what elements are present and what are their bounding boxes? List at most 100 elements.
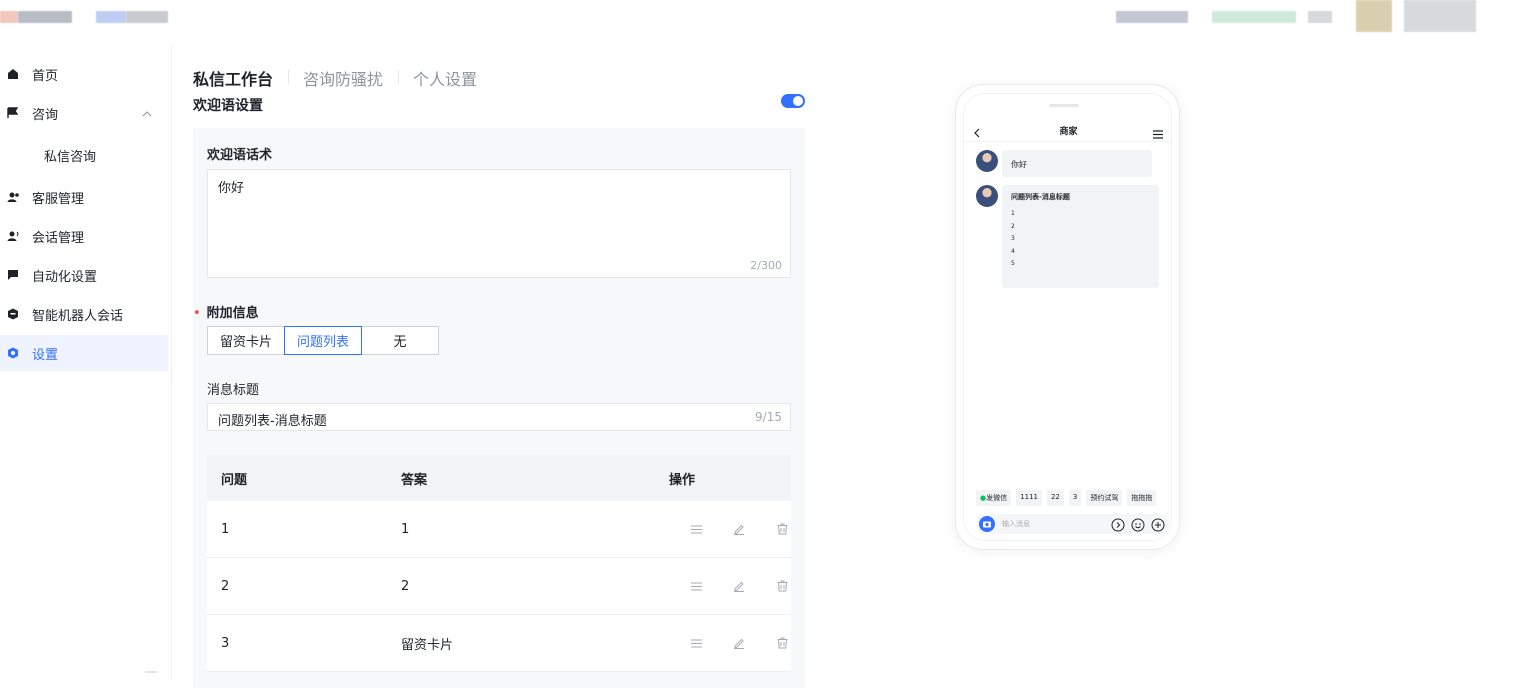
quick-reply-chip[interactable]: 3: [1068, 490, 1082, 506]
list-item[interactable]: 1: [1011, 208, 1150, 221]
avatar-blur: [1356, 0, 1392, 32]
trash-icon[interactable]: [775, 522, 789, 536]
voice-icon[interactable]: [1111, 517, 1125, 536]
cell-question: 2: [221, 578, 230, 594]
tab-private-workbench[interactable]: 私信工作台: [193, 66, 290, 90]
home-icon: [6, 67, 20, 81]
msg-title-input[interactable]: 问题列表-消息标题 9/15: [207, 403, 791, 431]
sidebar-item-automation[interactable]: 自动化设置: [0, 257, 168, 293]
camera-icon[interactable]: [979, 516, 995, 536]
sidebar-item-label: 设置: [32, 347, 59, 363]
sidebar-item-label: 首页: [32, 68, 59, 84]
edit-icon[interactable]: [732, 636, 746, 650]
cell-actions: [669, 522, 791, 536]
char-counter: 9/15: [755, 410, 782, 424]
section-title: 欢迎语设置: [193, 98, 263, 114]
user-blur: [1404, 0, 1476, 32]
trash-icon[interactable]: [775, 636, 789, 650]
sidebar: 首页 咨询 私信咨询 客服管理 会话管理 自动化设置 智能机器人会话 设置: [0, 44, 172, 679]
chat-icon: [6, 268, 20, 282]
cell-answer: 留资卡片: [401, 637, 454, 653]
welcome-script-textarea[interactable]: 你好 2/300: [207, 169, 791, 278]
welcome-toggle[interactable]: [781, 94, 805, 108]
sidebar-item-label: 智能机器人会话: [32, 308, 124, 324]
cell-actions: [669, 636, 791, 650]
table-row: 3 留资卡片: [207, 615, 791, 672]
avatar: [976, 150, 998, 172]
user-voice-icon: [6, 229, 20, 243]
header-blur: [1116, 11, 1188, 23]
header-actions: 操作: [669, 472, 696, 488]
cell-answer: 2: [401, 578, 410, 594]
logo-blur: [18, 11, 72, 23]
avatar: [976, 185, 998, 207]
cell-answer: 1: [401, 521, 410, 537]
header-blur: [1212, 11, 1296, 23]
menu-icon[interactable]: [1153, 124, 1163, 143]
list-title: 问题列表-消息标题: [1011, 193, 1070, 201]
quick-reply-chip[interactable]: 1111: [1016, 490, 1042, 506]
sidebar-item-session-manage[interactable]: 会话管理: [0, 218, 168, 254]
trash-icon[interactable]: [775, 579, 789, 593]
table-row: 2 2: [207, 558, 791, 615]
char-counter: 2/300: [750, 259, 782, 272]
phone-screen: 商家 你好 问题列表-消息标题 1 2 3 4 5 ●发微信 1111 22 3…: [963, 93, 1172, 541]
table-header: 问题 答案 操作: [207, 455, 791, 501]
chevron-up-icon[interactable]: [142, 107, 152, 122]
drag-handle-icon[interactable]: [689, 636, 703, 650]
drag-handle-icon[interactable]: [689, 522, 703, 536]
flag-icon: [6, 106, 20, 120]
edit-icon[interactable]: [732, 522, 746, 536]
robot-icon: [6, 307, 20, 321]
extra-info-text: 附加信息: [206, 306, 259, 321]
sidebar-item-label: 客服管理: [32, 191, 85, 207]
quick-reply-chip[interactable]: 拖拖拖: [1127, 490, 1157, 506]
msg-title-label: 消息标题: [207, 383, 260, 398]
top-bar: [0, 0, 1515, 44]
emoji-icon[interactable]: [1131, 517, 1145, 536]
main-content: 私信工作台 咨询防骚扰 个人设置 欢迎语设置 欢迎语话术 你好 2/300 • 附…: [172, 44, 1515, 688]
list-item[interactable]: 3: [1011, 233, 1150, 246]
quick-reply-chip[interactable]: ●发微信: [976, 490, 1012, 506]
logo-blur: [0, 11, 18, 23]
sidebar-item-settings[interactable]: 设置: [0, 335, 168, 371]
sidebar-item-private-consult[interactable]: 私信咨询: [0, 137, 168, 173]
option-lead-card[interactable]: 留资卡片: [207, 326, 285, 355]
logo-blur: [96, 11, 126, 23]
users-icon: [6, 190, 20, 204]
quick-reply-chip[interactable]: 预约试驾: [1086, 490, 1123, 506]
sidebar-item-label: 自动化设置: [32, 269, 98, 285]
chat-header: 商家: [964, 114, 1171, 143]
gear-icon: [6, 346, 20, 360]
list-item[interactable]: 4: [1011, 246, 1150, 259]
sidebar-item-robot[interactable]: 智能机器人会话: [0, 296, 168, 332]
extra-info-label: • 附加信息: [193, 302, 259, 321]
scrollbar-handle[interactable]: [145, 671, 157, 673]
cell-actions: [669, 579, 791, 593]
header-question: 问题: [221, 472, 248, 488]
phone-notch: [1049, 104, 1079, 107]
drag-handle-icon[interactable]: [689, 579, 703, 593]
greeting-text: 你好: [1011, 160, 1027, 169]
plus-icon[interactable]: [1151, 517, 1165, 536]
list-item[interactable]: 2: [1011, 221, 1150, 234]
tab-personal-settings[interactable]: 个人设置: [413, 66, 493, 90]
sidebar-item-home[interactable]: 首页: [0, 56, 168, 92]
sidebar-item-cs-manage[interactable]: 客服管理: [0, 179, 168, 215]
message-input-bar[interactable]: 输入消息: [976, 514, 1169, 534]
edit-icon[interactable]: [732, 579, 746, 593]
required-mark: •: [193, 306, 201, 321]
qa-table: 问题 答案 操作 1 1 2 2 3 留资卡片: [207, 455, 791, 672]
quick-reply-chip[interactable]: 22: [1046, 490, 1064, 506]
logo-blur: [126, 11, 168, 23]
sidebar-item-label: 私信咨询: [44, 149, 97, 165]
tab-bar: 私信工作台 咨询防骚扰 个人设置: [193, 66, 507, 90]
header-blur: [1308, 11, 1332, 23]
table-row: 1 1: [207, 501, 791, 558]
phone-preview: 商家 你好 问题列表-消息标题 1 2 3 4 5 ●发微信 1111 22 3…: [955, 84, 1180, 550]
tab-anti-harassment[interactable]: 咨询防骚扰: [303, 66, 400, 90]
list-item[interactable]: 5: [1011, 258, 1150, 271]
sidebar-item-consult[interactable]: 咨询: [0, 95, 168, 131]
option-question-list[interactable]: 问题列表: [284, 326, 362, 355]
option-none[interactable]: 无: [361, 326, 439, 355]
